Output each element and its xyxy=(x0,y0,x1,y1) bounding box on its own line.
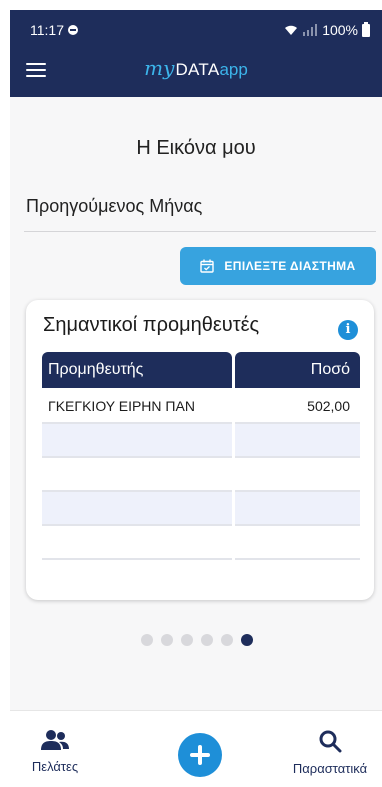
amount-cell xyxy=(235,458,360,492)
supplier-cell xyxy=(42,492,232,526)
wifi-icon xyxy=(285,25,298,35)
customers-icon xyxy=(41,730,69,750)
app-header: 11:17 100% myDATAapp xyxy=(10,10,382,97)
logo-data: DATA xyxy=(175,60,220,79)
logo-app: app xyxy=(219,60,248,79)
table-row xyxy=(42,458,360,492)
column-header-amount[interactable]: Ποσό xyxy=(235,352,360,388)
status-right: 100% xyxy=(284,21,370,38)
supplier-cell xyxy=(42,458,232,492)
supplier-cell xyxy=(42,526,232,560)
table-row[interactable]: ΓΚΕΓΚΙΟΥ ΕΙΡΗΝ ΠΑΝ 502,00 xyxy=(42,390,360,424)
page-dot-active[interactable] xyxy=(241,634,253,646)
app-logo: myDATAapp xyxy=(10,56,382,80)
page-dot[interactable] xyxy=(221,634,233,646)
plus-icon[interactable] xyxy=(178,733,222,777)
search-icon xyxy=(319,730,342,753)
nav-customers-label: Πελάτες xyxy=(31,759,79,774)
logo-my: my xyxy=(144,56,175,80)
amount-cell: 502,00 xyxy=(235,390,360,424)
page-dot[interactable] xyxy=(161,634,173,646)
amount-cell xyxy=(235,424,360,458)
amount-cell xyxy=(235,526,360,560)
info-icon[interactable]: i xyxy=(338,320,358,340)
suppliers-table: Προμηθευτής Ποσό ΓΚΕΓΚΙΟΥ ΕΙΡΗΝ ΠΑΝ 502,… xyxy=(42,352,360,560)
battery-icon xyxy=(362,21,370,37)
bottom-nav: Πελάτες Παραστατικά xyxy=(10,710,382,787)
table-row xyxy=(42,424,360,458)
table-header: Προμηθευτής Ποσό xyxy=(42,352,360,390)
select-period-label: ΕΠΙΛΕΞΤΕ ΔΙΑΣΤΗΜΑ xyxy=(224,259,356,273)
select-period-button[interactable]: ΕΠΙΛΕΞΤΕ ΔΙΑΣΤΗΜΑ xyxy=(180,247,376,285)
top-suppliers-card: Σημαντικοί προμηθευτές i Προμηθευτής Ποσ… xyxy=(26,300,374,600)
notification-icon xyxy=(68,25,78,35)
app-screen: 11:17 100% myDATAapp Η Εικόνα μου Προηγο… xyxy=(10,10,382,787)
nav-documents-label: Παραστατικά xyxy=(292,761,368,776)
page-dot[interactable] xyxy=(141,634,153,646)
nav-documents[interactable]: Παραστατικά xyxy=(282,729,378,776)
page-indicator xyxy=(141,634,253,646)
period-heading: Προηγούμενος Μήνας xyxy=(26,196,203,216)
signal-icon xyxy=(303,24,318,36)
calendar-icon xyxy=(200,259,215,273)
battery-percent: 100% xyxy=(322,22,358,38)
supplier-cell xyxy=(42,424,232,458)
supplier-cell: ΓΚΕΓΚΙΟΥ ΕΙΡΗΝ ΠΑΝ xyxy=(42,390,232,424)
divider xyxy=(24,231,376,232)
table-row xyxy=(42,526,360,560)
column-header-supplier[interactable]: Προμηθευτής xyxy=(42,352,232,388)
nav-customers[interactable]: Πελάτες xyxy=(20,729,90,774)
page-dot[interactable] xyxy=(181,634,193,646)
amount-cell xyxy=(235,492,360,526)
page-title: Η Εικόνα μου xyxy=(136,137,256,159)
page-dot[interactable] xyxy=(201,634,213,646)
card-title: Σημαντικοί προμηθευτές xyxy=(43,314,260,336)
status-time: 11:17 xyxy=(30,22,64,38)
table-row xyxy=(42,492,360,526)
status-bar: 11:17 100% xyxy=(10,10,382,50)
